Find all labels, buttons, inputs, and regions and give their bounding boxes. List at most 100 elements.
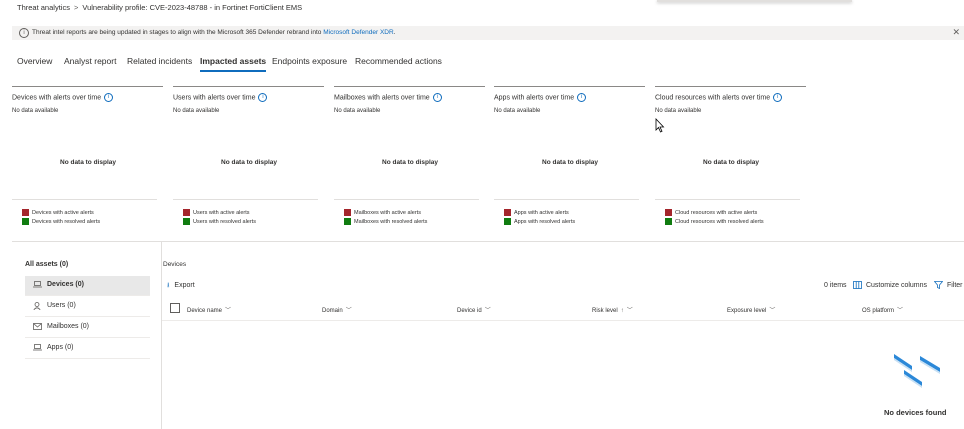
laptop-icon [32,281,42,290]
tab-overview[interactable]: Overview [17,56,52,66]
info-icon[interactable]: i [773,93,783,102]
customize-columns-button[interactable]: Customize columns [853,281,927,289]
column-header-os-platform[interactable]: OS platform ﹀ [862,305,903,314]
info-icon[interactable]: i [432,93,442,102]
person-icon [32,302,42,312]
column-header-domain[interactable]: Domain ﹀ [322,305,352,314]
column-label: Exposure level [727,308,767,314]
tab-recommended-actions[interactable]: Recommended actions [355,56,442,66]
nav-separator [25,337,150,338]
legend-resolved: Users with resolved alerts [183,218,256,225]
column-label: Device name [187,308,223,314]
legend-label: Mailboxes with resolved alerts [354,218,428,225]
asset-nav-users[interactable]: Users (0) [25,297,150,316]
legend-swatch-resolved [504,218,511,225]
no-data-available: No data available [494,108,541,114]
legend-swatch-active [22,209,29,216]
table-header-divider [162,320,964,321]
banner-link[interactable]: Microsoft Defender XDR [323,29,393,36]
sort-ascending-icon: ↑ [620,308,624,314]
chart-baseline [12,199,157,200]
no-data-to-display: No data to display [221,159,277,166]
tab-bar: Overview Analyst report Related incident… [17,56,457,74]
breadcrumb-current: Vulnerability profile: CVE-2023-48788 - … [82,3,303,12]
legend-active: Mailboxes with active alerts [344,209,421,216]
customize-label: Customize columns [865,281,928,289]
card-title-text: Users with alerts over time [173,94,256,102]
banner-message: Threat intel reports are being updated i… [32,29,396,36]
card-title: Apps with alerts over time i [494,93,587,102]
legend-resolved: Mailboxes with resolved alerts [344,218,427,225]
asset-label: Mailboxes (0) [47,323,90,330]
chart-baseline [173,199,318,200]
legend-label: Cloud resources with resolved alerts [675,218,764,225]
asset-nav-devices[interactable]: Devices (0) [25,276,150,295]
tab-endpoints-exposure[interactable]: Endpoints exposure [272,56,347,66]
legend-active: Cloud resources with active alerts [665,209,757,216]
tab-analyst-report[interactable]: Analyst report [64,56,116,66]
download-icon: ⭳ [167,282,170,289]
chevron-down-icon: ﹀ [484,308,491,314]
no-data-available: No data available [173,108,220,114]
legend-label: Devices with active alerts [32,209,94,216]
legend-active: Users with active alerts [183,209,250,216]
asset-nav-mailboxes[interactable]: Mailboxes (0) [25,318,150,337]
card-title-text: Devices with alerts over time [12,94,102,102]
column-header-device-name[interactable]: Device name ﹀ [187,305,231,314]
info-icon[interactable]: i [577,93,587,102]
info-icon[interactable]: i [104,93,114,102]
asset-label: Users (0) [47,302,76,309]
tab-impacted-assets[interactable]: Impacted assets [200,56,267,72]
info-icon: i [19,28,29,38]
nav-separator [25,295,150,296]
card-title: Devices with alerts over time i [12,93,114,102]
chevron-down-icon: ﹀ [897,308,904,314]
no-data-available: No data available [12,108,59,114]
legend-resolved: Devices with resolved alerts [22,218,100,225]
legend-label: Mailboxes with active alerts [354,209,421,216]
asset-nav-apps[interactable]: Apps (0) [25,339,150,358]
filter-icon [933,281,945,290]
column-label: Device id [457,308,482,314]
nav-separator [25,358,150,359]
chart-card-cloud-resources: Cloud resources with alerts over time i N… [655,86,807,231]
card-title: Users with alerts over time i [173,93,268,102]
all-assets-header: All assets (0) [25,261,69,268]
chart-card-apps: Apps with alerts over time i No data avai… [494,86,646,231]
card-title-text: Apps with alerts over time [494,94,575,102]
filter-button[interactable]: Filter [933,281,963,290]
select-all-checkbox[interactable] [170,303,180,313]
legend-resolved: Cloud resources with resolved alerts [665,218,764,225]
info-icon[interactable]: i [258,93,268,102]
chevron-down-icon: ﹀ [626,308,633,314]
nav-separator [25,316,150,317]
legend-swatch-active [665,209,672,216]
devices-section-label: Devices [163,261,187,268]
legend-swatch-active [183,209,190,216]
column-header-device-id[interactable]: Device id ﹀ [457,305,491,314]
legend-swatch-resolved [183,218,190,225]
no-data-available: No data available [655,108,702,114]
legend-label: Devices with resolved alerts [32,218,101,225]
tab-related-incidents[interactable]: Related incidents [127,56,192,66]
close-icon[interactable]: ✕ [952,27,960,38]
column-header-exposure-level[interactable]: Exposure level ﹀ [727,305,775,314]
legend-swatch-resolved [22,218,29,225]
card-divider [173,86,324,87]
column-header-risk-level[interactable]: Risk level ↑ ﹀ [592,305,633,314]
chevron-down-icon: ﹀ [769,308,776,314]
breadcrumb-root[interactable]: Threat analytics [17,3,70,12]
breadcrumb: Threat analytics > Vulnerability profile: … [17,3,302,12]
column-label: Domain [322,308,343,314]
asset-label: Devices (0) [47,281,84,288]
card-title: Cloud resources with alerts over time i [655,93,783,102]
export-button[interactable]: ⭳ Export [167,281,195,292]
chart-card-users: Users with alerts over time i No data ava… [173,86,325,231]
card-title: Mailboxes with alerts over time i [334,93,442,102]
legend-label: Users with resolved alerts [193,218,256,225]
card-title-text: Mailboxes with alerts over time [334,94,430,102]
legend-label: Apps with active alerts [514,209,569,216]
legend-swatch-active [344,209,351,216]
no-data-to-display: No data to display [703,159,759,166]
export-label: Export [174,282,195,289]
